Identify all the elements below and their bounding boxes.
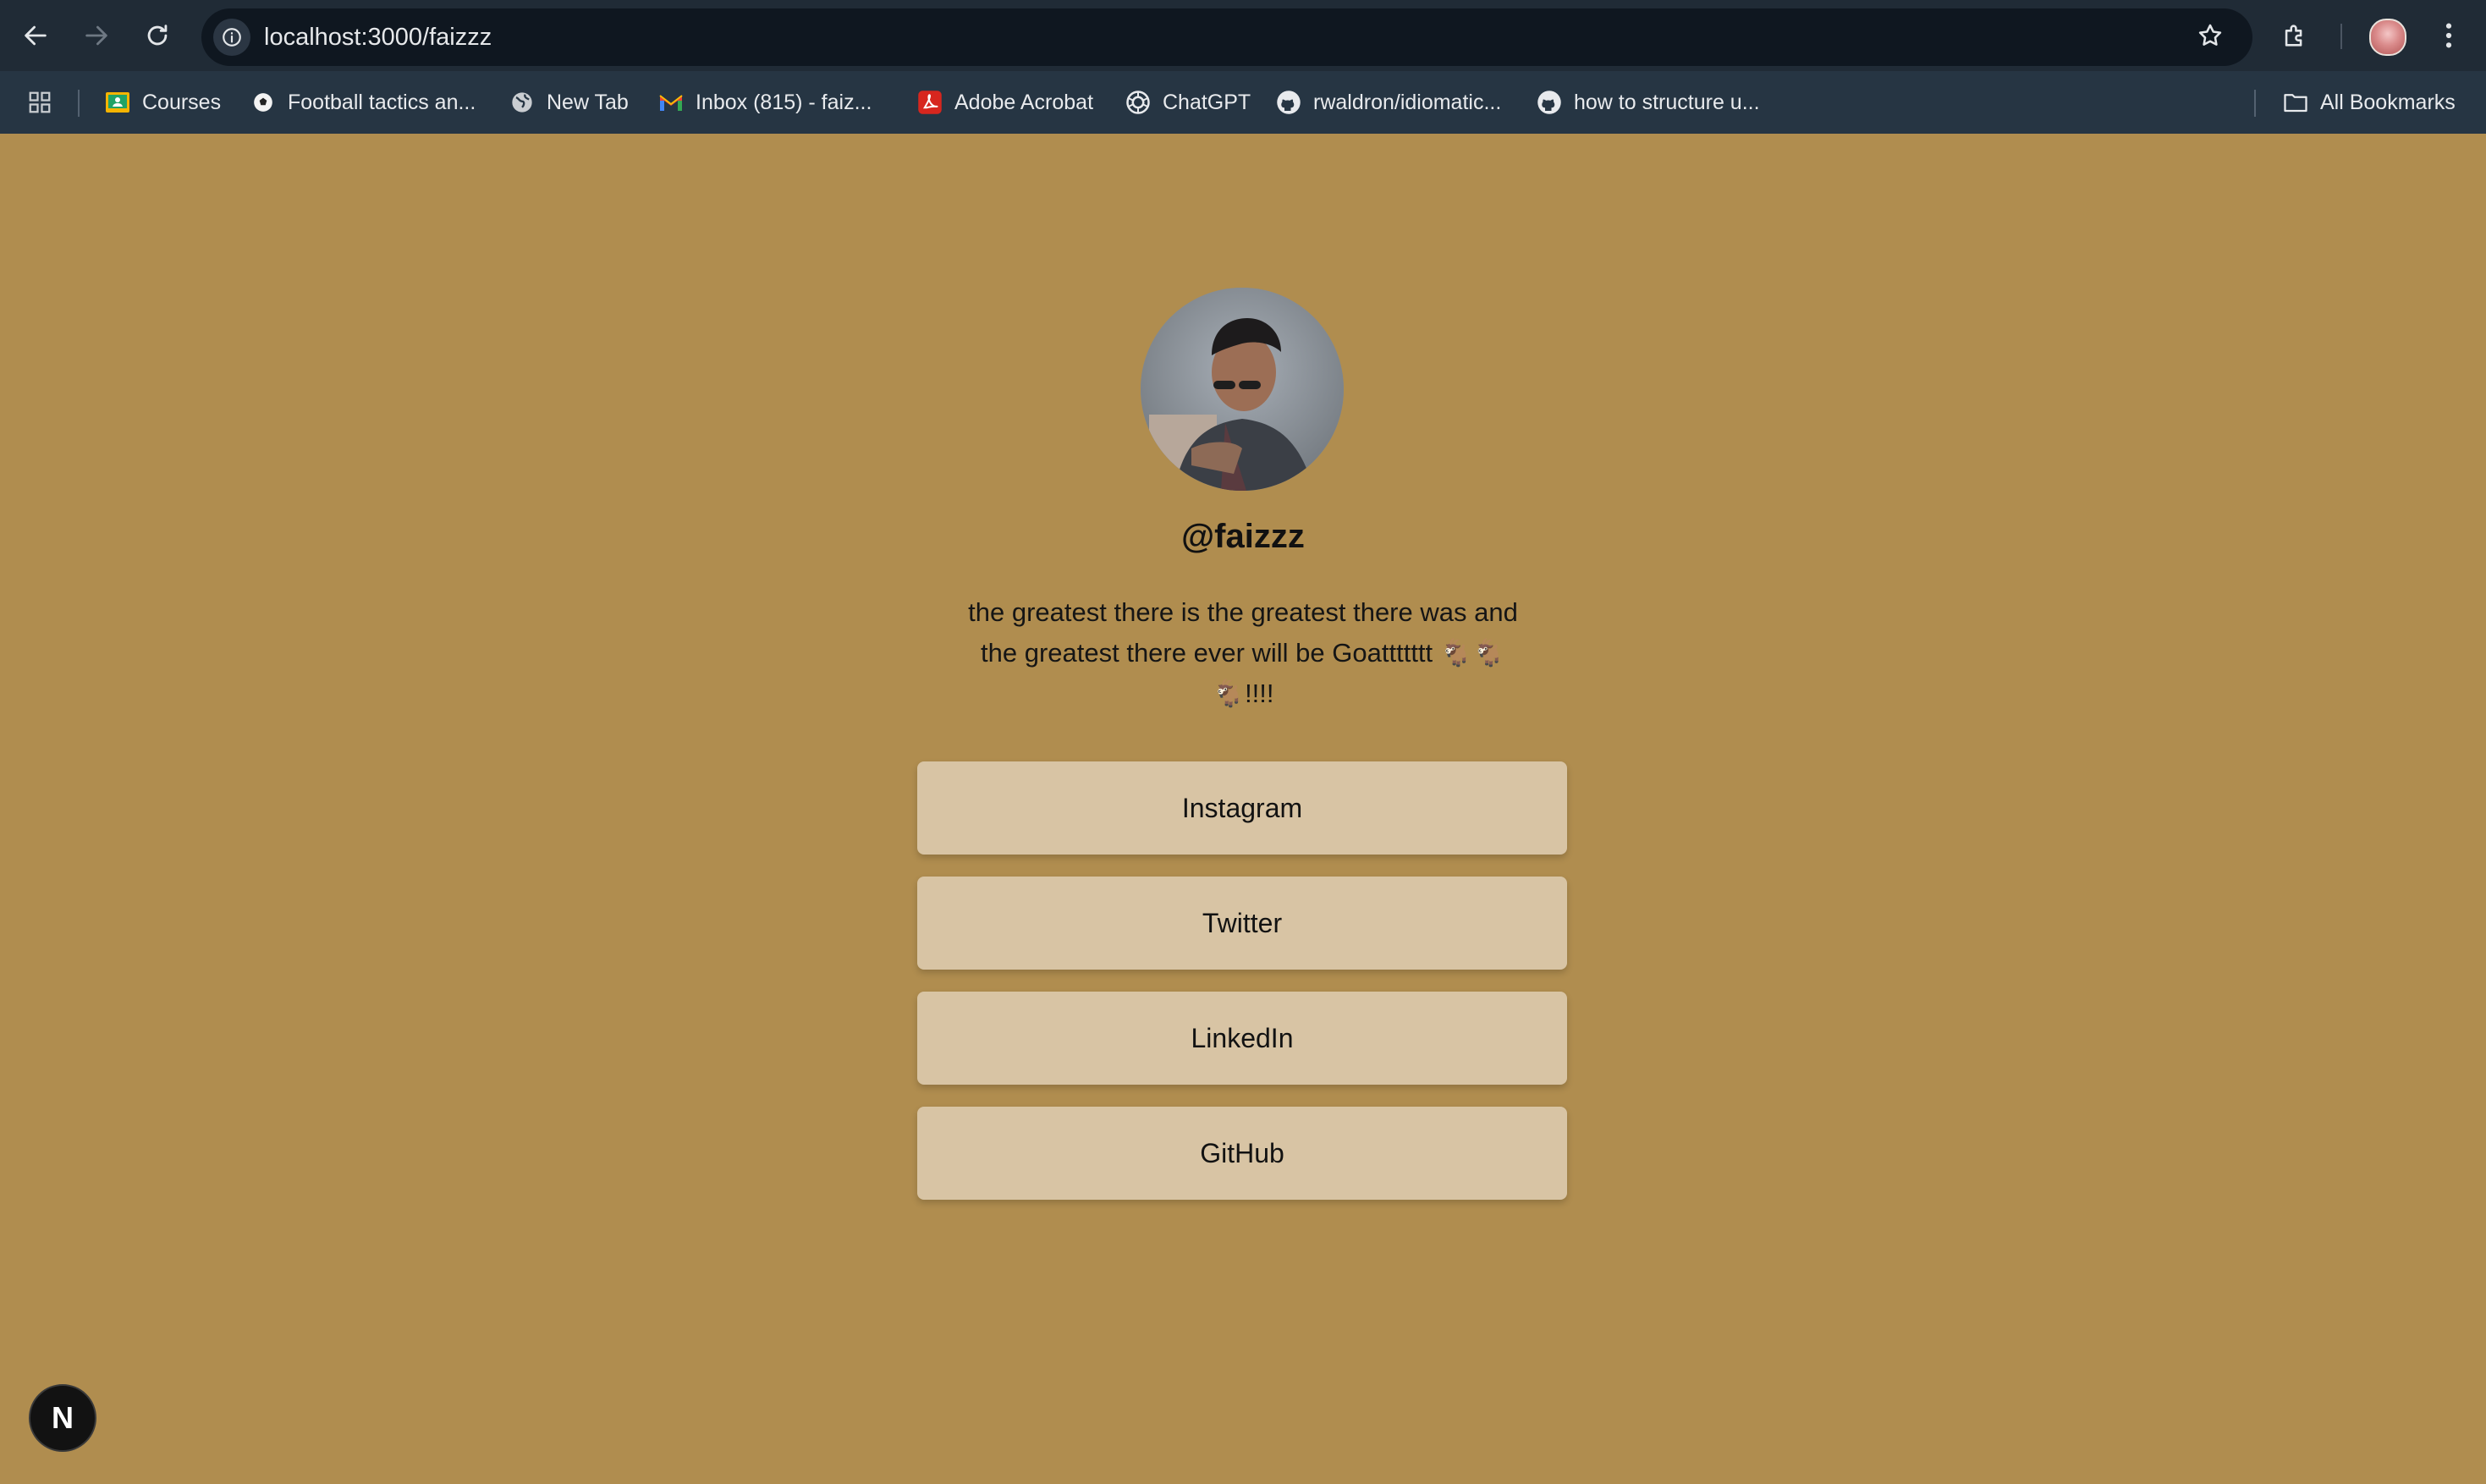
github-link-button[interactable]: GitHub	[917, 1107, 1567, 1200]
bookmark-courses[interactable]: Courses	[105, 71, 221, 134]
acrobat-icon	[917, 90, 943, 115]
extensions-puzzle-icon[interactable]	[2276, 17, 2313, 54]
bookmark-football-tactics[interactable]: Football tactics an...	[250, 71, 476, 134]
github-icon	[1276, 90, 1301, 115]
info-icon	[223, 28, 241, 47]
bookmark-rwaldron[interactable]: rwaldron/idiomatic...	[1276, 71, 1501, 134]
linkedin-link-button[interactable]: LinkedIn	[917, 992, 1567, 1085]
forward-button[interactable]	[78, 17, 115, 54]
arrow-right-icon	[85, 25, 107, 46]
bookmark-label: Courses	[142, 90, 222, 114]
bookmark-label: New Tab	[547, 90, 629, 114]
nextjs-dev-indicator[interactable]: N	[29, 1384, 96, 1452]
profile-photo	[1141, 288, 1344, 491]
bookmark-inbox[interactable]: Inbox (815) - faiz...	[658, 71, 872, 134]
bookmark-label: Adobe Acrobat	[954, 90, 1094, 114]
bookmark-adobe-acrobat[interactable]: Adobe Acrobat	[917, 71, 1093, 134]
reload-icon	[147, 25, 168, 46]
bookmark-label: Inbox (815) - faiz...	[696, 90, 872, 114]
profile-avatar[interactable]	[2369, 19, 2406, 56]
folder-icon	[2283, 90, 2308, 115]
site-info-button[interactable]	[213, 19, 250, 56]
bookmarks-divider	[2254, 90, 2256, 117]
bookmark-how-to-structure[interactable]: how to structure u...	[1537, 71, 1760, 134]
twitter-link-button[interactable]: Twitter	[917, 877, 1567, 970]
all-bookmarks-button[interactable]: All Bookmarks	[2283, 71, 2456, 134]
page-content: @faizzz the greatest there is the greate…	[0, 134, 2486, 1484]
reload-button[interactable]	[139, 17, 176, 54]
arrow-left-icon	[25, 25, 47, 46]
bookmarks-bar: Courses Football tactics an... New Tab I…	[0, 71, 2486, 134]
instagram-link-button[interactable]: Instagram	[917, 761, 1567, 855]
profile-handle: @faizzz	[1181, 518, 1305, 555]
back-button[interactable]	[17, 17, 54, 54]
profile-bio: the greatest there is the greatest there…	[968, 597, 1518, 708]
soccer-ball-icon	[250, 90, 276, 115]
toolbar-divider	[2340, 24, 2342, 49]
kebab-menu-icon[interactable]	[2430, 17, 2467, 54]
browser-toolbar: localhost:3000/faizzz	[0, 0, 2486, 71]
gmail-icon	[658, 90, 684, 115]
github-icon	[1537, 90, 1562, 115]
address-bar[interactable]: localhost:3000/faizzz	[201, 8, 2252, 66]
bookmark-label: ChatGPT	[1163, 90, 1251, 114]
bookmark-label: Football tactics an...	[288, 90, 476, 114]
url-text[interactable]: localhost:3000/faizzz	[264, 8, 492, 66]
chatgpt-icon	[1125, 90, 1151, 115]
bookmark-label: how to structure u...	[1574, 90, 1760, 114]
bookmark-new-tab[interactable]: New Tab	[509, 71, 629, 134]
all-bookmarks-label: All Bookmarks	[2320, 90, 2456, 114]
globe-icon	[509, 90, 535, 115]
bookmark-star-icon[interactable]	[2192, 17, 2229, 54]
apps-grid-icon[interactable]	[27, 71, 52, 134]
bookmark-chatgpt[interactable]: ChatGPT	[1125, 71, 1251, 134]
bookmarks-divider	[78, 90, 80, 117]
classroom-icon	[105, 90, 130, 115]
bookmark-label: rwaldron/idiomatic...	[1313, 90, 1502, 114]
